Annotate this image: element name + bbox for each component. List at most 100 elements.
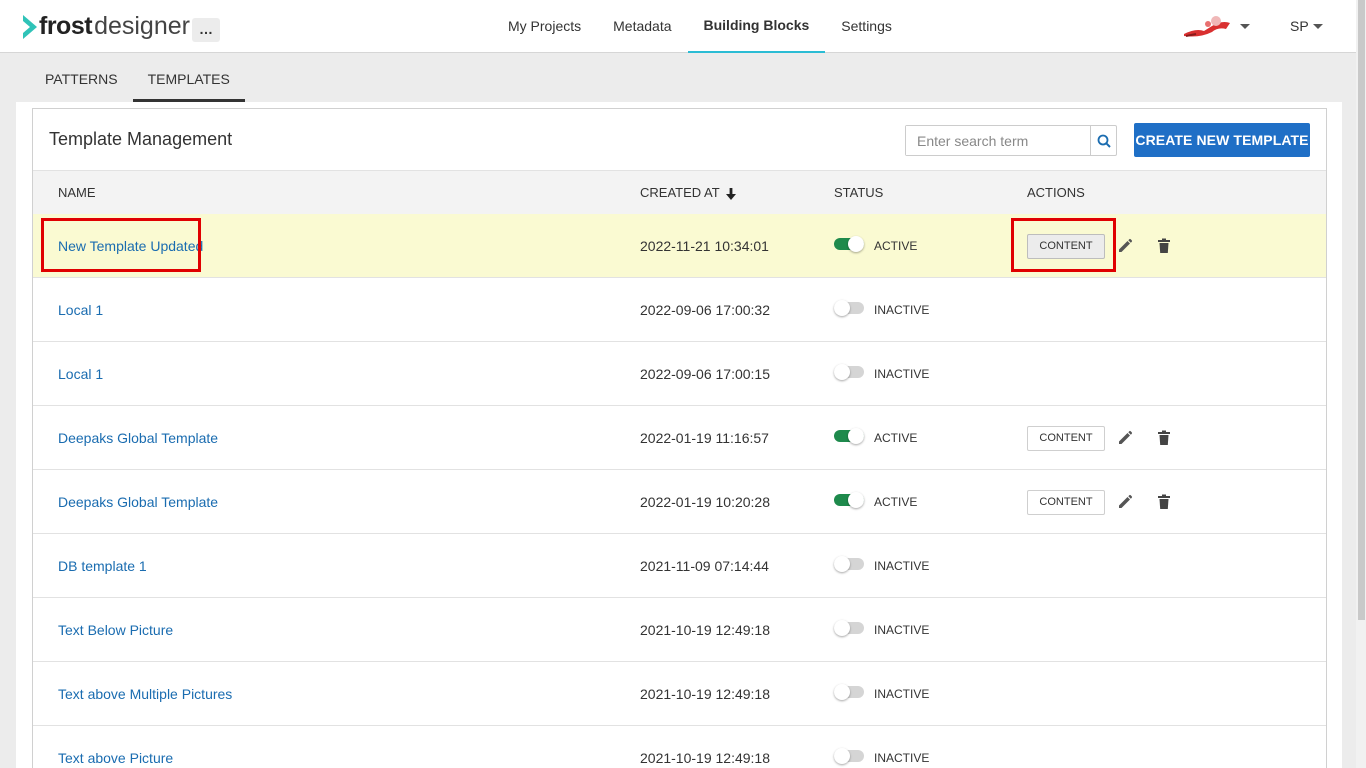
status-toggle[interactable] — [834, 492, 864, 508]
status-toggle[interactable] — [834, 620, 864, 636]
status-toggle[interactable] — [834, 428, 864, 444]
nav-building-blocks[interactable]: Building Blocks — [687, 0, 826, 53]
template-name-link[interactable]: Local 1 — [58, 278, 103, 342]
status-toggle[interactable] — [834, 684, 864, 700]
column-header-created-at[interactable]: CREATED AT — [640, 171, 737, 215]
toggle-knob — [848, 236, 864, 252]
status-label: INACTIVE — [874, 687, 930, 701]
status-toggle[interactable] — [834, 748, 864, 764]
user-menu-button[interactable]: SP — [1290, 18, 1309, 34]
top-header: frost designer … My Projects Metadata Bu… — [0, 0, 1356, 53]
pencil-icon — [1119, 430, 1133, 444]
user-dropdown-caret-icon[interactable] — [1313, 24, 1323, 29]
created-at-value: 2022-11-21 10:34:01 — [640, 238, 769, 254]
template-management-panel: Template Management CREATE NEW TEMPLATE … — [32, 108, 1327, 768]
toggle-knob — [834, 300, 850, 316]
column-header-actions: ACTIONS — [1027, 185, 1085, 200]
chevron-logo-icon — [23, 14, 37, 39]
status-label: INACTIVE — [874, 751, 930, 765]
template-name-link[interactable]: Text above Picture — [58, 726, 173, 768]
trash-icon — [1158, 238, 1170, 253]
more-options-button[interactable]: … — [192, 18, 220, 42]
template-name-link[interactable]: New Template Updated — [58, 214, 203, 278]
template-name-link[interactable]: Deepaks Global Template — [58, 470, 218, 534]
created-at-value: 2022-01-19 10:20:28 — [640, 494, 770, 510]
trash-icon — [1158, 430, 1170, 445]
created-at-value: 2022-01-19 11:16:57 — [640, 430, 769, 446]
delete-button[interactable] — [1157, 430, 1171, 446]
table-row: Local 1 2022-09-06 17:00:15 INACTIVE — [33, 342, 1326, 406]
nav-settings[interactable]: Settings — [825, 0, 908, 53]
created-at-value: 2022-09-06 17:00:32 — [640, 302, 770, 318]
status-toggle[interactable] — [834, 236, 864, 252]
sort-descending-icon — [726, 187, 737, 200]
content-button[interactable]: CONTENT — [1027, 490, 1105, 515]
pencil-icon — [1119, 494, 1133, 508]
brand-name-bold: frost — [39, 12, 93, 40]
toggle-knob — [834, 556, 850, 572]
trash-icon — [1158, 494, 1170, 509]
edit-button[interactable] — [1117, 494, 1133, 510]
table-row: Text above Multiple Pictures 2021-10-19 1… — [33, 662, 1326, 726]
template-name-link[interactable]: Text above Multiple Pictures — [58, 662, 232, 726]
create-new-template-button[interactable]: CREATE NEW TEMPLATE — [1134, 123, 1310, 157]
nav-my-projects[interactable]: My Projects — [492, 0, 597, 53]
organization-logo-icon[interactable] — [1182, 12, 1234, 38]
template-name-link[interactable]: Local 1 — [58, 342, 103, 406]
edit-button[interactable] — [1117, 430, 1133, 446]
created-at-value: 2021-10-19 12:49:18 — [640, 750, 770, 766]
toggle-knob — [848, 492, 864, 508]
status-toggle[interactable] — [834, 556, 864, 572]
search-input[interactable] — [906, 126, 1090, 155]
template-name-link[interactable]: Text Below Picture — [58, 598, 173, 662]
created-at-value: 2021-10-19 12:49:18 — [640, 686, 770, 702]
frost-designer-logo[interactable]: frost designer — [22, 12, 190, 41]
column-header-created-at-label: CREATED AT — [640, 185, 720, 200]
search-box — [905, 125, 1117, 156]
column-header-status[interactable]: STATUS — [834, 171, 883, 215]
edit-button[interactable] — [1117, 238, 1133, 254]
table-row: Deepaks Global Template 2022-01-19 10:20:… — [33, 470, 1326, 534]
nav-metadata[interactable]: Metadata — [597, 0, 687, 53]
status-label: INACTIVE — [874, 559, 930, 573]
search-icon — [1097, 134, 1111, 148]
table-row: Text Below Picture 2021-10-19 12:49:18 INA… — [33, 598, 1326, 662]
page-scrollbar-thumb[interactable] — [1358, 0, 1365, 620]
created-at-value: 2021-11-09 07:14:44 — [640, 558, 769, 574]
delete-button[interactable] — [1157, 238, 1171, 254]
table-row: DB template 1 2021-11-09 07:14:44 INACTIVE — [33, 534, 1326, 598]
subtabs: PATTERNS TEMPLATES — [30, 60, 245, 102]
toggle-knob — [834, 620, 850, 636]
main-nav: My Projects Metadata Building Blocks Set… — [492, 0, 908, 53]
tab-patterns[interactable]: PATTERNS — [30, 60, 133, 102]
pencil-icon — [1119, 238, 1133, 252]
tab-templates[interactable]: TEMPLATES — [132, 60, 245, 102]
status-label: ACTIVE — [874, 239, 918, 253]
toggle-knob — [834, 748, 850, 764]
status-label: INACTIVE — [874, 367, 930, 381]
status-label: ACTIVE — [874, 431, 918, 445]
toggle-knob — [834, 364, 850, 380]
status-label: INACTIVE — [874, 623, 930, 637]
panel-title: Template Management — [49, 129, 233, 149]
column-header-name[interactable]: NAME — [58, 171, 96, 215]
toggle-knob — [834, 684, 850, 700]
template-name-link[interactable]: DB template 1 — [58, 534, 147, 598]
created-at-value: 2022-09-06 17:00:15 — [640, 366, 770, 382]
status-label: INACTIVE — [874, 303, 930, 317]
table-row: Text above Picture 2021-10-19 12:49:18 INA… — [33, 726, 1326, 768]
delete-button[interactable] — [1157, 494, 1171, 510]
content-button[interactable]: CONTENT — [1027, 234, 1105, 259]
org-dropdown-caret-icon[interactable] — [1240, 24, 1250, 29]
table-header: NAME CREATED AT STATUS ACTIONS — [33, 170, 1326, 214]
table-row: Deepaks Global Template 2022-01-19 11:16:… — [33, 406, 1326, 470]
created-at-value: 2021-10-19 12:49:18 — [640, 622, 770, 638]
content-button[interactable]: CONTENT — [1027, 426, 1105, 451]
table-row: Local 1 2022-09-06 17:00:32 INACTIVE — [33, 278, 1326, 342]
status-toggle[interactable] — [834, 300, 864, 316]
search-button[interactable] — [1090, 126, 1116, 155]
brand-name-light: designer — [94, 12, 190, 40]
template-name-link[interactable]: Deepaks Global Template — [58, 406, 218, 470]
status-toggle[interactable] — [834, 364, 864, 380]
table-row: New Template Updated 2022-11-21 10:34:01 A… — [33, 214, 1326, 278]
